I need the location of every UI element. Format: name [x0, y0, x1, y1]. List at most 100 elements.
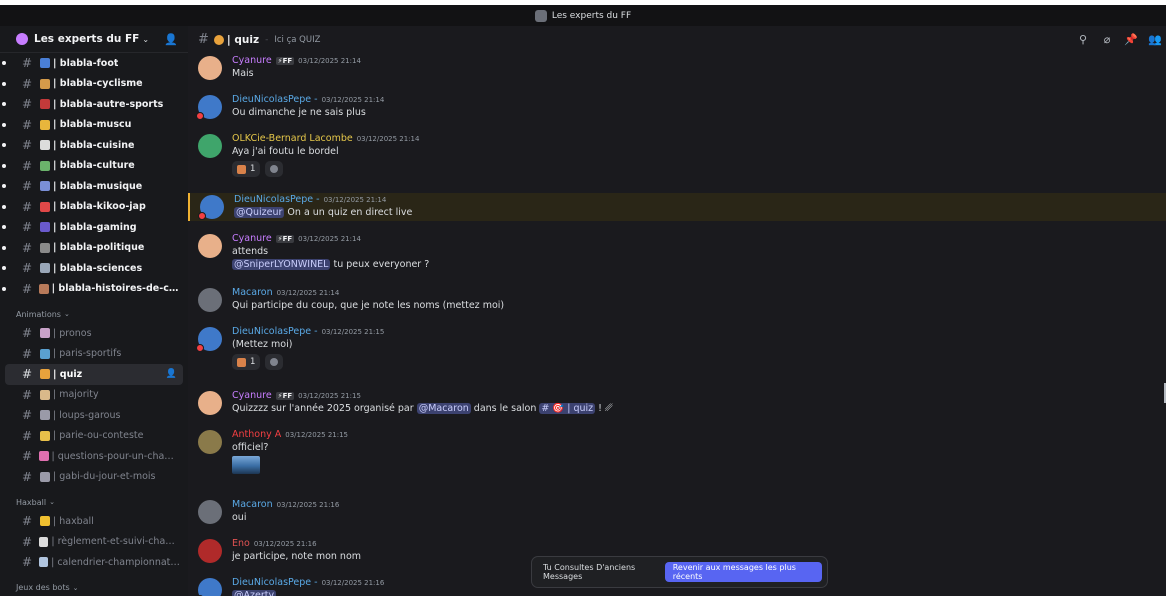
channel-topic[interactable]: Ici ça QUIZ — [274, 35, 320, 45]
sidebar-channel[interactable]: # | blabla-histoires-de-cœur — [2, 279, 183, 300]
author-name[interactable]: Anthony A — [232, 429, 281, 440]
window-title: Les experts du FF — [551, 10, 632, 21]
sidebar-channel[interactable]: # | blabla-politique — [2, 238, 183, 259]
message-text: @Quizeur On a un quiz en direct live — [234, 206, 1166, 219]
sidebar-channel[interactable]: # | quiz 👤 — [5, 364, 183, 385]
sidebar-channel[interactable]: # | blabla-sciences — [2, 258, 183, 279]
attached-image[interactable] — [232, 456, 260, 474]
sidebar-channel[interactable]: # | haxball — [5, 511, 183, 532]
channel-hash-icon: # — [22, 220, 33, 235]
channel-name: | quiz — [53, 368, 83, 380]
avatar[interactable] — [198, 391, 222, 415]
user-mention[interactable]: @Macaron — [416, 403, 471, 414]
threads-icon[interactable]: ⚲ — [1076, 33, 1090, 46]
channel-emoji-icon — [40, 471, 50, 482]
timestamp: 03/12/2025 21:14 — [298, 56, 361, 65]
sidebar-channel[interactable]: # | blabla-gaming — [2, 217, 183, 238]
author-name[interactable]: DieuNicolasPepe - — [232, 326, 318, 337]
channel-name: | calendrier-championnat-2v... — [51, 556, 183, 568]
avatar[interactable] — [196, 327, 222, 352]
channel-name: | paris-sportifs — [53, 348, 122, 360]
member-list-icon[interactable]: 👥 — [1148, 33, 1162, 46]
avatar[interactable] — [198, 539, 222, 563]
sidebar-category[interactable]: Jeux des bots ⌄ — [0, 579, 188, 596]
message-text: Mais — [232, 68, 254, 79]
unread-dot-icon — [2, 245, 6, 250]
author-name[interactable]: DieuNicolasPepe - — [232, 577, 318, 588]
message-header: Eno 03/12/2025 21:16 — [232, 537, 1166, 550]
chat-message: Macaron 03/12/2025 21:14 Qui participe du … — [188, 286, 1166, 322]
author-name[interactable]: OLKCie-Bernard Lacombe — [232, 133, 353, 144]
user-mention[interactable]: @SniperLYONWINEL — [232, 259, 331, 270]
message-header: Anthony A 03/12/2025 21:15 — [232, 428, 1166, 441]
channel-hash-icon: # — [22, 240, 33, 255]
channel-emoji-icon — [40, 389, 50, 400]
timestamp: 03/12/2025 21:14 — [323, 195, 387, 204]
sidebar-channel[interactable]: # | paris-sportifs — [5, 344, 183, 365]
sidebar-channel[interactable]: # | questions-pour-un-champi... — [5, 446, 183, 467]
avatar[interactable] — [198, 56, 222, 80]
avatar[interactable] — [198, 195, 224, 220]
category-name: Haxball — [16, 497, 47, 507]
sidebar-category[interactable]: Haxball ⌄ — [0, 493, 188, 511]
author-name[interactable]: Macaron — [232, 287, 273, 298]
avatar[interactable] — [198, 288, 222, 312]
sidebar-category[interactable]: Animations ⌄ — [0, 305, 188, 323]
unread-dot-icon — [2, 102, 6, 107]
channel-emoji-icon — [40, 430, 50, 441]
add-reaction-button[interactable] — [265, 354, 284, 370]
sidebar-channel[interactable]: # | pronos — [5, 323, 183, 344]
sidebar-channel[interactable]: # | loups-garous — [5, 405, 183, 426]
window-titlebar: Les experts du FF — [0, 5, 1166, 26]
avatar[interactable] — [198, 234, 222, 258]
user-mention[interactable]: @Quizeur — [234, 207, 285, 218]
sidebar-channel[interactable]: # | blabla-autre-sports — [2, 94, 183, 115]
author-name[interactable]: Eno — [232, 538, 250, 549]
avatar[interactable] — [198, 134, 222, 158]
author-name[interactable]: Cyanure — [232, 233, 272, 244]
message-text: (Mettez moi) — [232, 339, 293, 350]
sidebar-channel[interactable]: # | blabla-culture — [2, 156, 183, 177]
channel-hash-icon: # — [22, 514, 33, 529]
reaction-count: 1 — [250, 357, 256, 367]
chevron-down-icon: ⌄ — [63, 310, 70, 318]
user-mention[interactable]: @Azerty — [232, 590, 277, 596]
avatar[interactable] — [198, 500, 222, 524]
author-name[interactable]: Macaron — [232, 499, 273, 510]
mute-bell-icon[interactable]: ⌀ — [1100, 33, 1114, 46]
author-name[interactable]: Cyanure — [232, 390, 272, 401]
reaction-button[interactable]: 1 — [232, 354, 261, 370]
sidebar-channel[interactable]: # | blabla-musique — [2, 176, 183, 197]
message-header: Macaron 03/12/2025 21:14 — [232, 286, 1166, 299]
sidebar-channel[interactable]: # | blabla-muscu — [2, 115, 183, 136]
sidebar-channel[interactable]: # | gabi-du-jour-et-mois — [5, 467, 183, 488]
channel-header: # | quiz - Ici ça QUIZ ⚲ ⌀ 📌 👥 — [188, 26, 1166, 53]
author-name[interactable]: DieuNicolasPepe - — [234, 194, 320, 205]
sidebar-channel[interactable]: # | blabla-foot — [2, 53, 183, 74]
message-header: DieuNicolasPepe -03/12/2025 21:15 — [232, 325, 1166, 338]
pin-icon[interactable]: 📌 — [1124, 33, 1138, 46]
sidebar-channel[interactable]: # | calendrier-championnat-2v... — [5, 552, 183, 573]
avatar[interactable] — [196, 578, 222, 596]
sidebar-channel[interactable]: # | parie-ou-conteste — [5, 426, 183, 447]
channel-mention[interactable]: # 🎯 | quiz — [539, 403, 596, 414]
invite-member-icon[interactable]: 👤 — [164, 33, 178, 46]
message-list: Cyanure ⚡FF 03/12/2025 21:14 Mais DieuNicola… — [188, 53, 1166, 596]
add-reaction-button[interactable] — [265, 161, 284, 177]
chevron-down-icon: ⌄ — [72, 583, 79, 592]
author-name[interactable]: Cyanure — [232, 55, 272, 66]
timestamp: 03/12/2025 21:16 — [253, 539, 317, 548]
author-name[interactable]: DieuNicolasPepe - — [232, 94, 318, 105]
add-member-icon[interactable]: 👤 — [166, 369, 177, 379]
sidebar-channel[interactable]: # | blabla-cyclisme — [2, 74, 183, 95]
sidebar-channel[interactable]: # | règlement-et-suivi-champi... — [5, 532, 183, 553]
jump-to-present-button[interactable]: Revenir aux messages les plus récents — [664, 562, 822, 582]
sidebar-channel[interactable]: # | blabla-kikoo-jap — [2, 197, 183, 218]
sidebar-channel[interactable]: # | blabla-cuisine — [2, 135, 183, 156]
reaction-button[interactable]: 1 — [232, 161, 261, 177]
server-header[interactable]: Les experts du FF ⌄ 👤 — [0, 26, 188, 53]
channel-emoji-icon — [40, 410, 50, 421]
avatar[interactable] — [196, 95, 222, 120]
avatar[interactable] — [198, 430, 222, 454]
sidebar-channel[interactable]: # | majority — [5, 385, 183, 406]
